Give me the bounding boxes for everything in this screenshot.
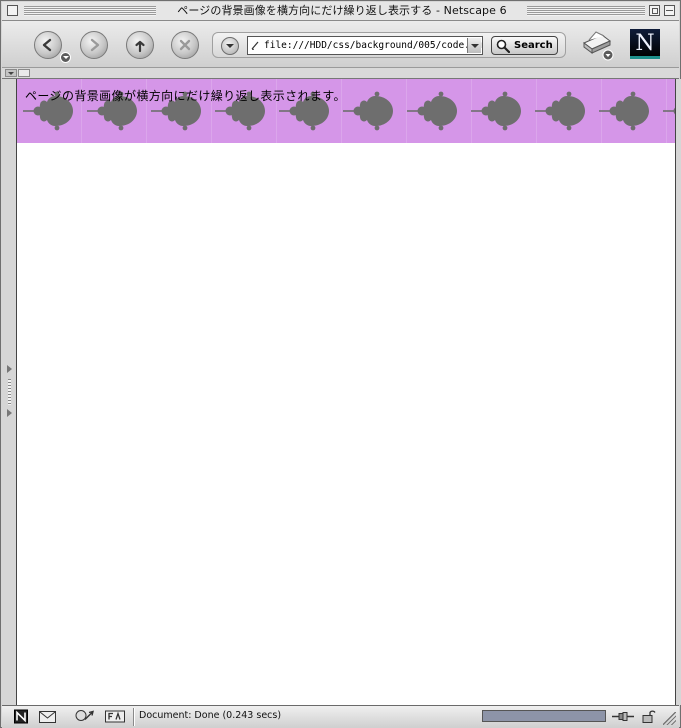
window-title: ページの背景画像を横方向にだけ繰り返し表示する - Netscape 6: [160, 4, 524, 18]
address-input[interactable]: file:///HDD/css/background/005/code.htm: [247, 36, 483, 55]
mandelbrot-tile: [343, 91, 393, 131]
instant-messenger-icon[interactable]: [75, 709, 95, 724]
search-label: Search: [514, 40, 553, 51]
page-proxy-icon[interactable]: [251, 40, 260, 51]
mail-icon[interactable]: [39, 709, 56, 724]
stop-icon: [179, 39, 191, 51]
zoom-box[interactable]: [649, 5, 660, 16]
reload-button[interactable]: [126, 31, 154, 59]
status-bar: Document: Done (0.243 secs): [2, 705, 679, 728]
magnifier-icon: [496, 39, 510, 53]
url-menu-button[interactable]: [221, 37, 239, 55]
page-content: ページの背景画像が横方向にだけ繰り返し表示されます。: [17, 79, 675, 705]
composer-icon[interactable]: [105, 709, 125, 724]
page-body-text: ページの背景画像が横方向にだけ繰り返し表示されます。: [25, 89, 346, 103]
title-stripes-right: [527, 6, 645, 16]
security-lock-icon[interactable]: [642, 709, 656, 724]
mandelbrot-tile: [471, 91, 521, 131]
print-icon[interactable]: [580, 27, 614, 61]
toolbar-grippy[interactable]: [5, 69, 17, 77]
back-arrow-icon: [42, 38, 52, 52]
sidebar-arrow-icon: [7, 409, 12, 417]
mandelbrot-tile: [535, 91, 585, 131]
netscape-logo[interactable]: N: [630, 29, 660, 59]
address-dropdown[interactable]: [467, 38, 481, 53]
resize-handle[interactable]: [663, 712, 676, 725]
back-button[interactable]: [34, 31, 62, 59]
forward-arrow-icon: [90, 38, 100, 52]
mandelbrot-tile: [663, 107, 675, 115]
status-divider: [133, 708, 134, 726]
right-border: [675, 79, 681, 705]
progress-meter: [482, 710, 606, 722]
mandelbrot-tile: [599, 91, 649, 131]
online-plug-icon[interactable]: [611, 709, 635, 724]
address-text: file:///HDD/css/background/005/code.htm: [264, 40, 483, 51]
sidebar-arrow-icon: [7, 365, 12, 373]
status-text: Document: Done (0.243 secs): [139, 710, 282, 721]
collapse-box[interactable]: [664, 5, 675, 16]
mandelbrot-tile: [407, 91, 457, 131]
close-box[interactable]: [7, 5, 18, 16]
collapsed-toolbar-tab[interactable]: [18, 69, 30, 77]
forward-button[interactable]: [80, 31, 108, 59]
title-bar[interactable]: ページの背景画像を横方向にだけ繰り返し表示する - Netscape 6: [2, 2, 679, 21]
reload-icon: [135, 40, 145, 53]
sidebar-grip[interactable]: [8, 379, 11, 405]
toolbar-collapse-bar: [2, 68, 679, 79]
search-button[interactable]: Search: [491, 36, 558, 55]
browser-window: ページの背景画像を横方向にだけ繰り返し表示する - Netscape 6 fil…: [0, 0, 681, 728]
title-stripes-left: [24, 6, 156, 16]
navigator-icon[interactable]: [14, 709, 28, 724]
navigation-toolbar: file:///HDD/css/background/005/code.htm …: [2, 21, 679, 68]
back-history-dropdown[interactable]: [60, 52, 71, 63]
sidebar-grippy[interactable]: [2, 79, 17, 705]
url-bar-panel: file:///HDD/css/background/005/code.htm …: [212, 32, 566, 58]
stop-button[interactable]: [171, 31, 199, 59]
